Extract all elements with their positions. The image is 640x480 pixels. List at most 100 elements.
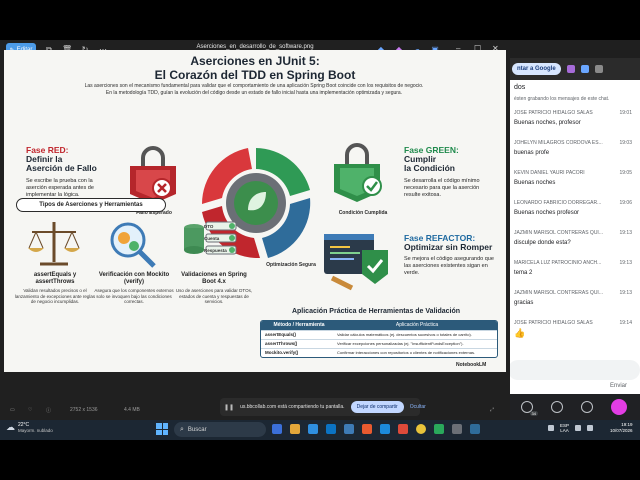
leave-button[interactable] — [611, 399, 627, 415]
chat-sender: JOSE PATRICIO HIDALGO SALAS — [514, 320, 593, 326]
dto-label: Respuesta — [204, 248, 227, 253]
tool-desc: Uso de aserciones para validar DTOs, est… — [175, 288, 253, 304]
chat-sender: JOSE PATRICIO HIDALGO SALAS — [514, 110, 593, 116]
chevron-up-icon[interactable] — [548, 425, 554, 431]
chat-header: dos — [514, 84, 526, 91]
fullscreen-icon[interactable]: ⤢ — [490, 407, 494, 413]
chat-message: MARICELA LUZ PATROCINIO ANCH... 19:13 tem… — [514, 260, 638, 276]
intro-text: Las aserciones son el mecanismo fundamen… — [84, 83, 424, 89]
table-row: assertThrows() Verificar excepciones per… — [261, 339, 497, 348]
chat-input[interactable] — [508, 360, 640, 380]
screen-share-bar: ❚❚ us.bbcollab.com está compartiendo tu … — [220, 398, 426, 416]
google-button[interactable]: ntar a Google — [512, 63, 561, 75]
info-icon[interactable]: ▭ — [10, 407, 15, 413]
heart-icon[interactable]: ♡ — [28, 407, 32, 413]
intro-text: En la metodología TDD, guían la evolució… — [105, 90, 403, 96]
chat-sender: MARICELA LUZ PATROCINIO ANCH... — [514, 260, 602, 266]
hide-button[interactable]: Ocultar — [410, 404, 426, 410]
chat-sender: JAZMIN MARISOL CONTRERAS QUI... — [514, 230, 603, 236]
start-button[interactable] — [156, 423, 168, 435]
chat-sender: KEVIN DANIEL YAURI PACORI — [514, 170, 585, 176]
chat-message: JOSE PATRICIO HIDALGO SALAS 19:01 Buenas … — [514, 110, 638, 126]
chat-text: tema 2 — [514, 270, 533, 276]
browser-toolbar: ntar a Google — [508, 58, 640, 80]
share-status-text: us.bbcollab.com está compartiendo tu pan… — [240, 404, 345, 410]
weather-widget[interactable]: ☁ 22°C Mayorm. nublado — [6, 422, 53, 433]
table-row: Mockito.verify() Confirmar interacciones… — [261, 348, 497, 357]
image-size: 4.4 MB — [124, 407, 140, 413]
clock[interactable]: 19:19 10/07/2026 — [610, 422, 633, 434]
app-icon[interactable] — [434, 424, 444, 434]
scale-icon — [28, 222, 80, 266]
chat-message: JAZMIN MARISOL CONTRERAS QUI... 19:13 gra… — [514, 290, 638, 306]
table-title: Aplicación Práctica de Herramientas de V… — [291, 308, 461, 315]
search-icon: ⌕ — [180, 425, 184, 433]
chat-message: JAZMIN MARISOL CONTRERAS QUI... 19:13 dis… — [514, 230, 638, 246]
chat-button[interactable] — [551, 401, 563, 413]
chat-recording-note: ésten grabando los mensajes de este chat… — [514, 96, 610, 102]
chat-text: Buenas noches, profesor — [514, 120, 581, 126]
tool-name: Validaciones en Spring Boot 4.x — [181, 272, 247, 285]
clock-date: 10/07/2026 — [610, 428, 633, 433]
language-indicator[interactable]: ESP LAA — [560, 423, 569, 433]
info-icon[interactable]: ⓘ — [46, 407, 51, 414]
chat-sender: JOHELYN MILAGROS CORDOVA ES... — [514, 140, 603, 146]
chat-message: LEONARDO FABRICIO DORREGAR... 19:06 Buena… — [514, 200, 638, 216]
menu-icon[interactable] — [594, 65, 603, 73]
green-phase-desc: Se desarrolla el código mínimo necesario… — [404, 178, 480, 198]
table-row: assertEquals() Validar cálculos matemáti… — [261, 330, 497, 339]
table-cell: Mockito.verify() — [265, 350, 299, 355]
participants-count: 34 — [529, 411, 538, 416]
app-icon[interactable] — [362, 424, 372, 434]
chat-time: 19:13 — [619, 290, 632, 296]
taskbar: ☁ 22°C Mayorm. nublado ⌕ Buscar ESP LAA — [0, 420, 640, 440]
table-cell: Validar cálculos matemáticos (ej. descue… — [337, 332, 472, 337]
tool-desc: Asegura que los componentes externos sol… — [94, 288, 174, 304]
participants-button[interactable]: 34 — [521, 401, 538, 416]
wifi-icon[interactable] — [575, 425, 582, 431]
extension-icon[interactable] — [566, 65, 575, 73]
chrome-icon[interactable] — [416, 424, 426, 434]
chat-text: buenas profe — [514, 150, 550, 156]
desktop: ntar a Google dos ésten grabando los men… — [0, 0, 640, 480]
refactor-phase-title: Optimizar sin Romper — [404, 242, 493, 252]
app-icon[interactable] — [380, 424, 390, 434]
tool-name: assertEquals y assertThrows — [33, 272, 77, 285]
table-header: Método / Herramienta — [273, 322, 325, 328]
app-icon[interactable] — [452, 424, 462, 434]
cloud-icon: ☁ — [6, 422, 15, 432]
app-icon[interactable] — [326, 424, 336, 434]
edge-icon[interactable] — [308, 424, 318, 434]
app-icon[interactable] — [272, 424, 282, 434]
app-icon[interactable] — [344, 424, 354, 434]
tools-section-title: Tipos de Aserciones y Herramientas — [16, 198, 166, 212]
dto-label: DTO — [204, 224, 214, 229]
stop-sharing-button[interactable]: Dejar de compartir — [350, 401, 404, 413]
app-icon[interactable] — [470, 424, 480, 434]
table-cell: assertThrows() — [265, 341, 298, 346]
chat-text: disculpe donde esta? — [514, 240, 571, 246]
infographic-subtitle: El Corazón del TDD en Spring Boot — [154, 68, 356, 82]
chat-time: 19:05 — [619, 170, 632, 176]
extension-icon[interactable] — [580, 65, 589, 73]
chat-text: Buenas noches — [514, 180, 556, 186]
notebooklm-brand: NotebookLM — [456, 362, 487, 368]
folder-icon[interactable] — [290, 424, 300, 434]
lock-icon — [130, 146, 176, 204]
settings-icon[interactable] — [581, 401, 593, 413]
dto-label: Cuenta — [204, 236, 220, 241]
weather-condition: Mayorm. nublado — [18, 428, 53, 433]
image-dimensions: 2752 x 1536 — [70, 407, 98, 413]
code-shield-icon — [324, 234, 388, 291]
system-tray: ESP LAA — [548, 423, 594, 433]
chat-message: JOSE PATRICIO HIDALGO SALAS 19:14 👍 — [514, 320, 638, 339]
send-button[interactable]: Enviar — [610, 383, 627, 389]
app-icon[interactable] — [398, 424, 408, 434]
volume-icon[interactable] — [587, 425, 594, 431]
refactor-caption: Optimización Segura — [266, 262, 316, 268]
taskbar-search[interactable]: ⌕ Buscar — [174, 422, 266, 437]
infographic-image: Aserciones en JUnit 5: El Corazón del TD… — [4, 50, 506, 372]
chat-text: gracias — [514, 300, 534, 306]
thumbs-up-icon: 👍 — [514, 328, 526, 338]
chat-time: 19:13 — [619, 260, 632, 266]
